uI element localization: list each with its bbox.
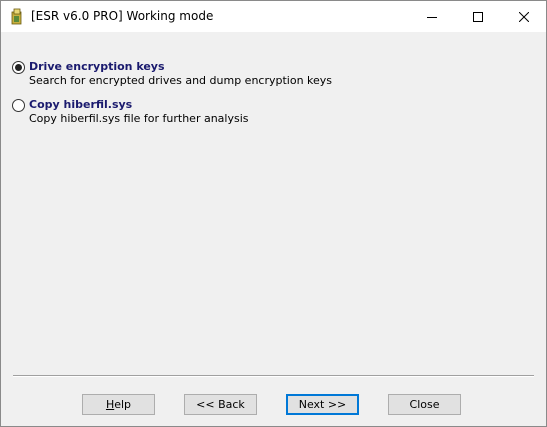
radio-drive-encryption-keys[interactable]	[12, 61, 25, 74]
help-label: elp	[114, 398, 132, 411]
maximize-button[interactable]	[455, 1, 501, 32]
option-description: Copy hiberfil.sys file for further analy…	[29, 112, 249, 125]
dialog-window: [ESR v6.0 PRO] Working mode Drive encryp…	[0, 0, 547, 427]
radio-copy-hiberfil[interactable]	[12, 99, 25, 112]
help-accelerator: H	[105, 398, 115, 411]
title-bar[interactable]: [ESR v6.0 PRO] Working mode	[1, 1, 546, 32]
minimize-button[interactable]	[409, 1, 455, 32]
option-title: Drive encryption keys	[29, 60, 165, 73]
close-window-button[interactable]	[501, 1, 546, 32]
option-copy-hiberfil[interactable]: Copy hiberfil.sys Copy hiberfil.sys file…	[12, 98, 412, 128]
back-button[interactable]: << Back	[184, 394, 257, 415]
next-button[interactable]: Next >>	[286, 394, 359, 415]
option-description: Search for encrypted drives and dump enc…	[29, 74, 333, 87]
app-icon	[11, 8, 22, 25]
help-button[interactable]: Help	[82, 394, 155, 415]
close-icon	[519, 11, 529, 22]
window-title: [ESR v6.0 PRO] Working mode	[31, 9, 214, 23]
radio-selected-dot	[15, 64, 22, 71]
maximize-icon	[473, 11, 483, 22]
close-button[interactable]: Close	[388, 394, 461, 415]
option-title: Copy hiberfil.sys	[29, 98, 133, 111]
separator	[13, 375, 534, 377]
option-drive-encryption-keys[interactable]: Drive encryption keys Search for encrypt…	[12, 60, 412, 90]
minimize-icon	[427, 16, 437, 18]
